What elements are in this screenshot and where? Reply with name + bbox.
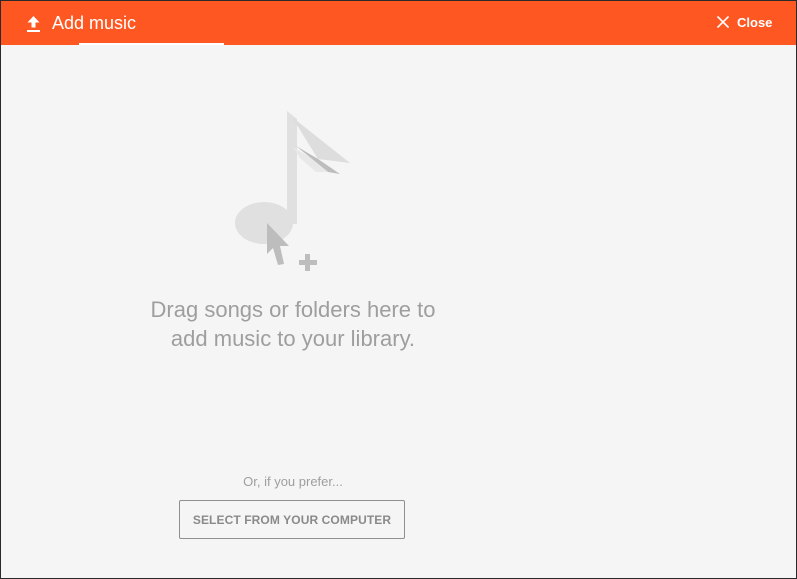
drop-instructions: Drag songs or folders here to add music … — [113, 295, 473, 353]
upload-icon[interactable] — [26, 15, 41, 33]
dialog-header: Add music Close — [1, 1, 796, 45]
music-note-add-cursor-icon — [235, 111, 350, 271]
music-drop-zone[interactable]: Drag songs or folders here to add music … — [1, 45, 796, 578]
dialog-title: Add music — [52, 13, 137, 33]
select-from-computer-button[interactable]: SELECT FROM YOUR COMPUTER — [179, 500, 405, 539]
alternative-upload-text: Or, if you prefer... — [243, 474, 343, 489]
drop-instructions-line-2: add music to your library. — [170, 326, 416, 351]
close-label[interactable]: Close — [737, 15, 772, 30]
close-icon[interactable] — [717, 16, 729, 28]
add-music-dialog: Add music Close Drag songs or folders he… — [0, 0, 797, 579]
drop-instructions-line-1: Drag songs or folders here to — [150, 297, 436, 322]
close-button[interactable]: Close — [717, 11, 781, 33]
